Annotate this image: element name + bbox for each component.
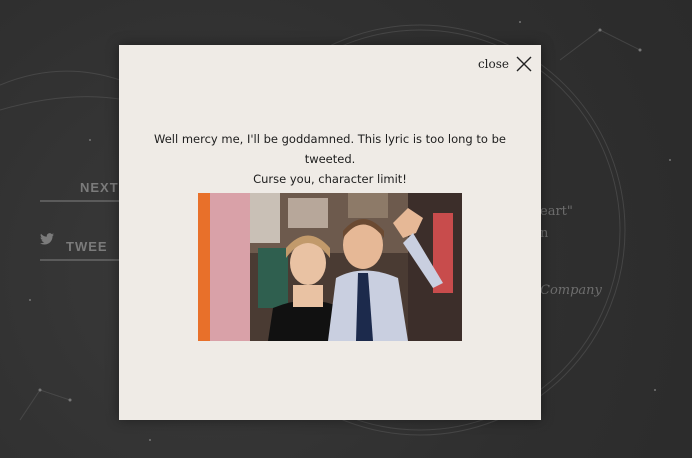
modal-message: Well mercy me, I'll be goddamned. This l…	[139, 129, 521, 189]
close-icon[interactable]	[515, 55, 533, 73]
tweet-limit-modal: close Well mercy me, I'll be goddamned. …	[119, 45, 541, 420]
tweet-label: TWEE	[66, 238, 108, 254]
twitter-icon	[40, 233, 54, 245]
close-label: close	[477, 57, 509, 71]
reaction-gif	[198, 193, 462, 341]
message-line-2: Curse you, character limit!	[253, 172, 407, 186]
message-line-1: Well mercy me, I'll be goddamned. This l…	[154, 132, 506, 166]
reaction-gif-image	[198, 193, 462, 341]
song-line-2: n	[540, 226, 549, 241]
next-label: NEXT	[80, 179, 119, 195]
song-title: eart" n	[540, 201, 573, 245]
song-line-1: eart"	[540, 204, 573, 219]
close-button[interactable]: close	[478, 55, 533, 73]
company-label: Company	[540, 283, 602, 298]
